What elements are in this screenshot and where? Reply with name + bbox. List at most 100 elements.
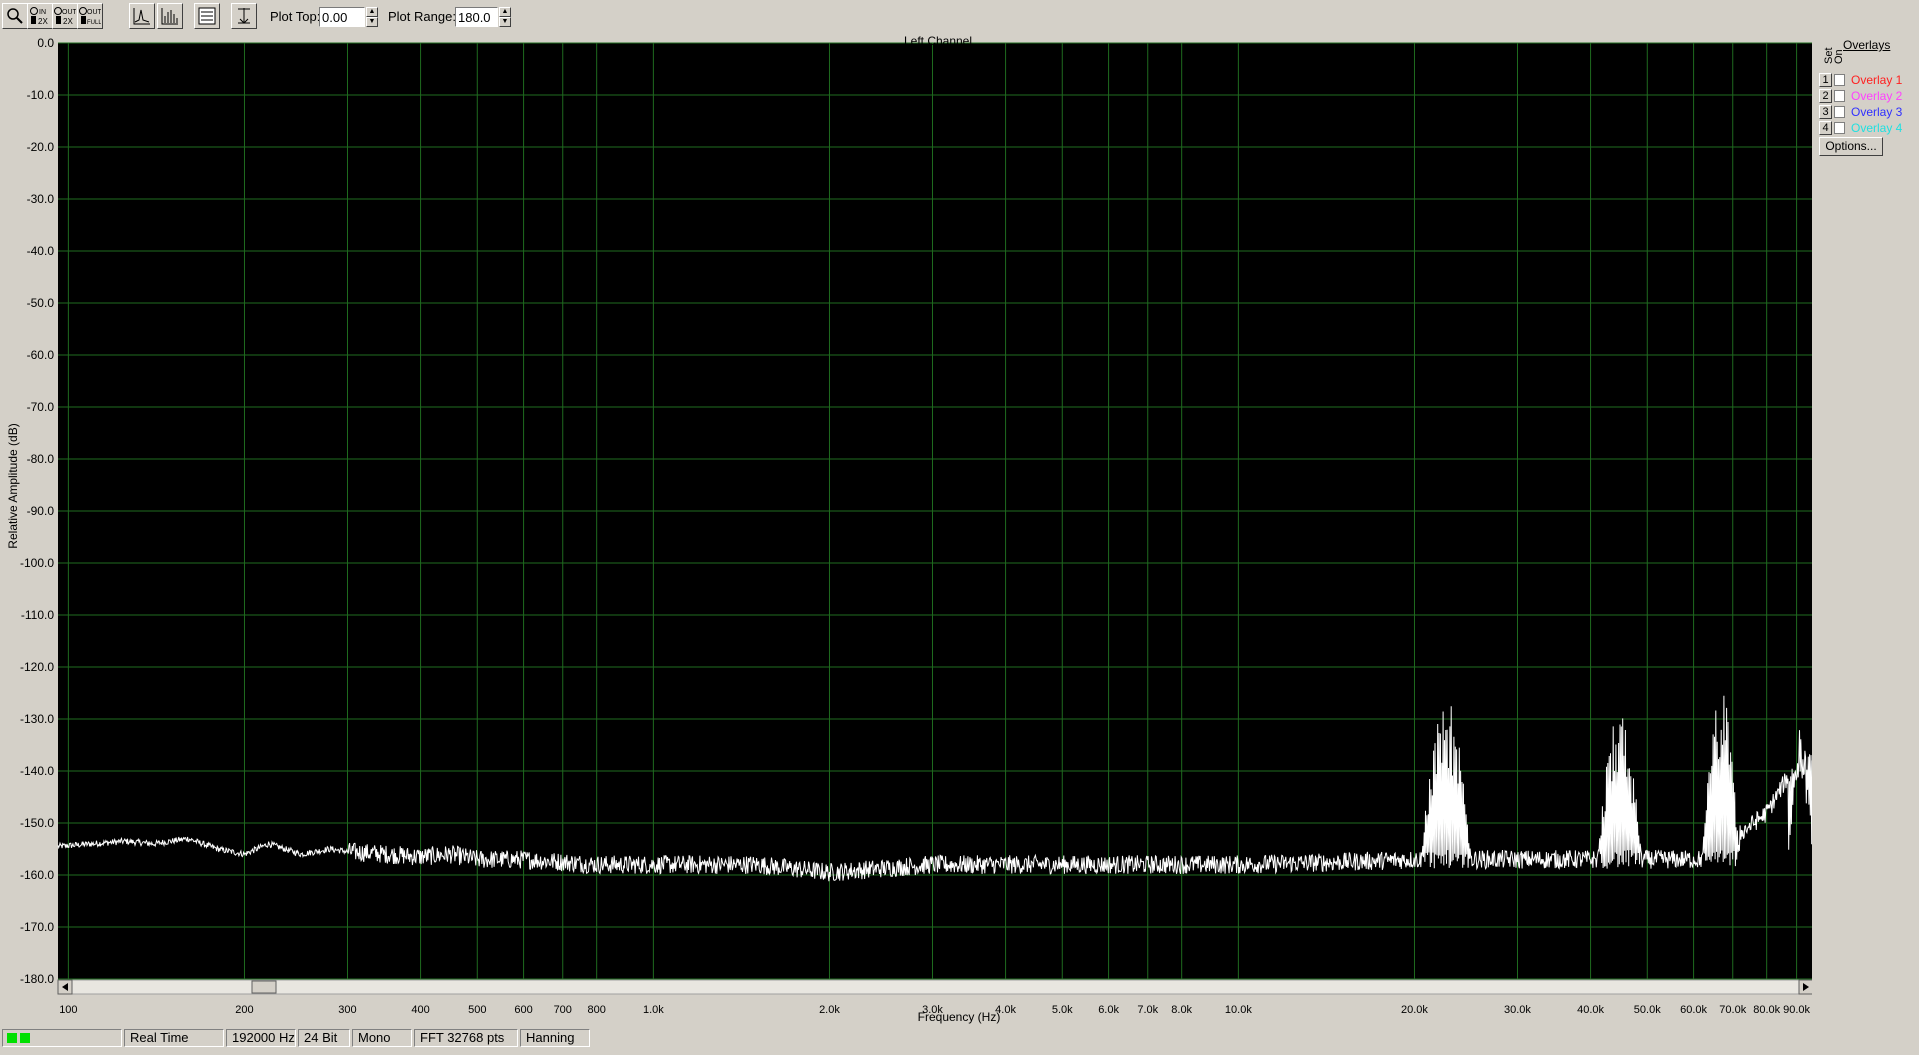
y-tick-label: -180.0 xyxy=(20,972,54,986)
overlay-on-checkbox[interactable] xyxy=(1834,105,1845,118)
line-graph-icon xyxy=(133,8,150,25)
overlay-on-checkbox[interactable] xyxy=(1834,73,1845,86)
zoom-in-2x-button[interactable]: IN 2X xyxy=(27,3,53,29)
spin-up-icon[interactable]: ▲ xyxy=(499,7,511,17)
spectrum-chart[interactable]: Left Channel Relative Amplitude (dB) Fre… xyxy=(0,34,1812,1026)
svg-text:IN: IN xyxy=(39,9,46,16)
bar-graph-icon xyxy=(161,8,178,25)
chart-grid xyxy=(58,42,1812,980)
y-tick-label: -40.0 xyxy=(27,244,55,258)
plot-range-spinner[interactable]: ▲ ▼ xyxy=(499,7,511,27)
y-tick-label: -130.0 xyxy=(20,712,54,726)
x-tick-label: 2.0k xyxy=(819,1004,840,1016)
zoom-out-2x-button[interactable]: OUT 2X xyxy=(52,3,78,29)
overlay-set-button[interactable]: 4 xyxy=(1819,120,1832,135)
overlay-row: 3 Overlay 3 xyxy=(1819,104,1902,119)
plot-range-label: Plot Range: xyxy=(388,9,456,24)
zoom-button[interactable] xyxy=(2,3,28,29)
x-tick-label: 5.0k xyxy=(1052,1004,1073,1016)
cursor-icon xyxy=(238,8,250,24)
overlay-label: Overlay 1 xyxy=(1851,72,1903,87)
svg-text:FULL: FULL xyxy=(87,20,101,26)
x-tick-label: 90.0k xyxy=(1783,1004,1810,1016)
y-tick-label: -110.0 xyxy=(21,608,54,622)
y-tick-label: -160.0 xyxy=(20,868,54,882)
y-tick-label: -70.0 xyxy=(27,400,55,414)
overlay-label: Overlay 4 xyxy=(1851,120,1903,135)
y-tick-label: -10.0 xyxy=(27,88,55,102)
zoom-out-2x-icon: OUT2X xyxy=(54,7,76,26)
toolbar: IN2X OUT2X OUTFULL Plot Top: ▲▼ Plot Ran… xyxy=(0,0,1919,34)
overlay-set-button[interactable]: 2 xyxy=(1819,88,1832,103)
spin-up-icon[interactable]: ▲ xyxy=(366,7,378,17)
x-tick-label: 300 xyxy=(338,1004,356,1016)
overlay-on-checkbox[interactable] xyxy=(1834,121,1845,134)
y-tick-label: -20.0 xyxy=(27,140,55,154)
svg-text:OUT: OUT xyxy=(62,9,76,16)
overlays-panel: Overlays Set On 1 Overlay 1 2 Overlay 2 3 Ove… xyxy=(1814,36,1919,1026)
settings-table-icon xyxy=(198,7,216,25)
status-mode: Real Time xyxy=(124,1029,224,1047)
chart-title: Left Channel xyxy=(904,34,972,48)
plot-top-label: Plot Top: xyxy=(270,9,321,24)
x-tick-label: 20.0k xyxy=(1401,1004,1428,1016)
y-tick-label: -140.0 xyxy=(20,764,54,778)
x-tick-label: 700 xyxy=(554,1004,572,1016)
spin-down-icon[interactable]: ▼ xyxy=(499,17,511,27)
overlay-set-button[interactable]: 1 xyxy=(1819,72,1832,87)
x-tick-label: 200 xyxy=(235,1004,253,1016)
svg-text:2X: 2X xyxy=(63,17,73,26)
y-axis-label: Relative Amplitude (dB) xyxy=(6,423,20,548)
overlays-title[interactable]: Overlays xyxy=(1843,38,1890,52)
overlay-on-checkbox[interactable] xyxy=(1834,89,1845,102)
cursor-button[interactable] xyxy=(231,3,257,29)
x-tick-label: 500 xyxy=(468,1004,486,1016)
line-graph-button[interactable] xyxy=(129,3,155,29)
plot-range-input[interactable] xyxy=(455,7,498,27)
x-tick-label: 7.0k xyxy=(1137,1004,1158,1016)
status-fft: FFT 32768 pts xyxy=(414,1029,518,1047)
x-tick-label: 100 xyxy=(59,1004,77,1016)
overlay-row: 2 Overlay 2 xyxy=(1819,88,1902,103)
x-tick-label: 70.0k xyxy=(1719,1004,1746,1016)
x-tick-label: 3.0k xyxy=(922,1004,943,1016)
on-column-label: On xyxy=(1833,49,1845,64)
x-tick-label: 40.0k xyxy=(1577,1004,1604,1016)
y-tick-label: 0.0 xyxy=(37,36,54,50)
status-channels: Mono xyxy=(352,1029,412,1047)
horizontal-scrollbar[interactable] xyxy=(57,979,1812,995)
y-tick-label: -170.0 xyxy=(20,920,54,934)
status-bit-depth: 24 Bit xyxy=(298,1029,350,1047)
y-tick-label: -80.0 xyxy=(27,452,55,466)
overlay-row: 1 Overlay 1 xyxy=(1819,72,1902,87)
overlay-label: Overlay 3 xyxy=(1851,104,1903,119)
x-tick-label: 10.0k xyxy=(1225,1004,1252,1016)
plot-top-spinner[interactable]: ▲ ▼ xyxy=(366,7,378,27)
x-tick-label: 1.0k xyxy=(643,1004,664,1016)
x-tick-label: 400 xyxy=(411,1004,429,1016)
zoom-in-2x-icon: IN2X xyxy=(30,7,48,26)
bar-graph-button[interactable] xyxy=(157,3,183,29)
zoom-out-full-button[interactable]: OUT FULL xyxy=(77,3,103,29)
y-tick-label: -90.0 xyxy=(27,504,55,518)
status-bar: Real Time 192000 Hz 24 Bit Mono FFT 3276… xyxy=(0,1027,1919,1055)
x-tick-label: 8.0k xyxy=(1171,1004,1192,1016)
overlay-row: 4 Overlay 4 xyxy=(1819,120,1902,135)
zoom-out-full-icon: OUT FULL xyxy=(79,7,101,26)
x-tick-label: 4.0k xyxy=(995,1004,1016,1016)
y-tick-label: -60.0 xyxy=(27,348,55,362)
y-tick-label: -100.0 xyxy=(20,556,54,570)
overlay-set-button[interactable]: 3 xyxy=(1819,104,1832,119)
x-tick-label: 6.0k xyxy=(1098,1004,1119,1016)
x-tick-label: 60.0k xyxy=(1680,1004,1707,1016)
y-tick-label: -50.0 xyxy=(27,296,55,310)
spin-down-icon[interactable]: ▼ xyxy=(366,17,378,27)
scroll-thumb[interactable] xyxy=(251,980,277,994)
level-indicator xyxy=(2,1029,122,1047)
settings-button[interactable] xyxy=(194,3,220,29)
options-button[interactable]: Options... xyxy=(1819,137,1883,156)
svg-text:2X: 2X xyxy=(38,17,48,26)
overlay-label: Overlay 2 xyxy=(1851,88,1903,103)
zoom-icon xyxy=(7,8,23,24)
plot-top-input[interactable] xyxy=(319,7,365,27)
